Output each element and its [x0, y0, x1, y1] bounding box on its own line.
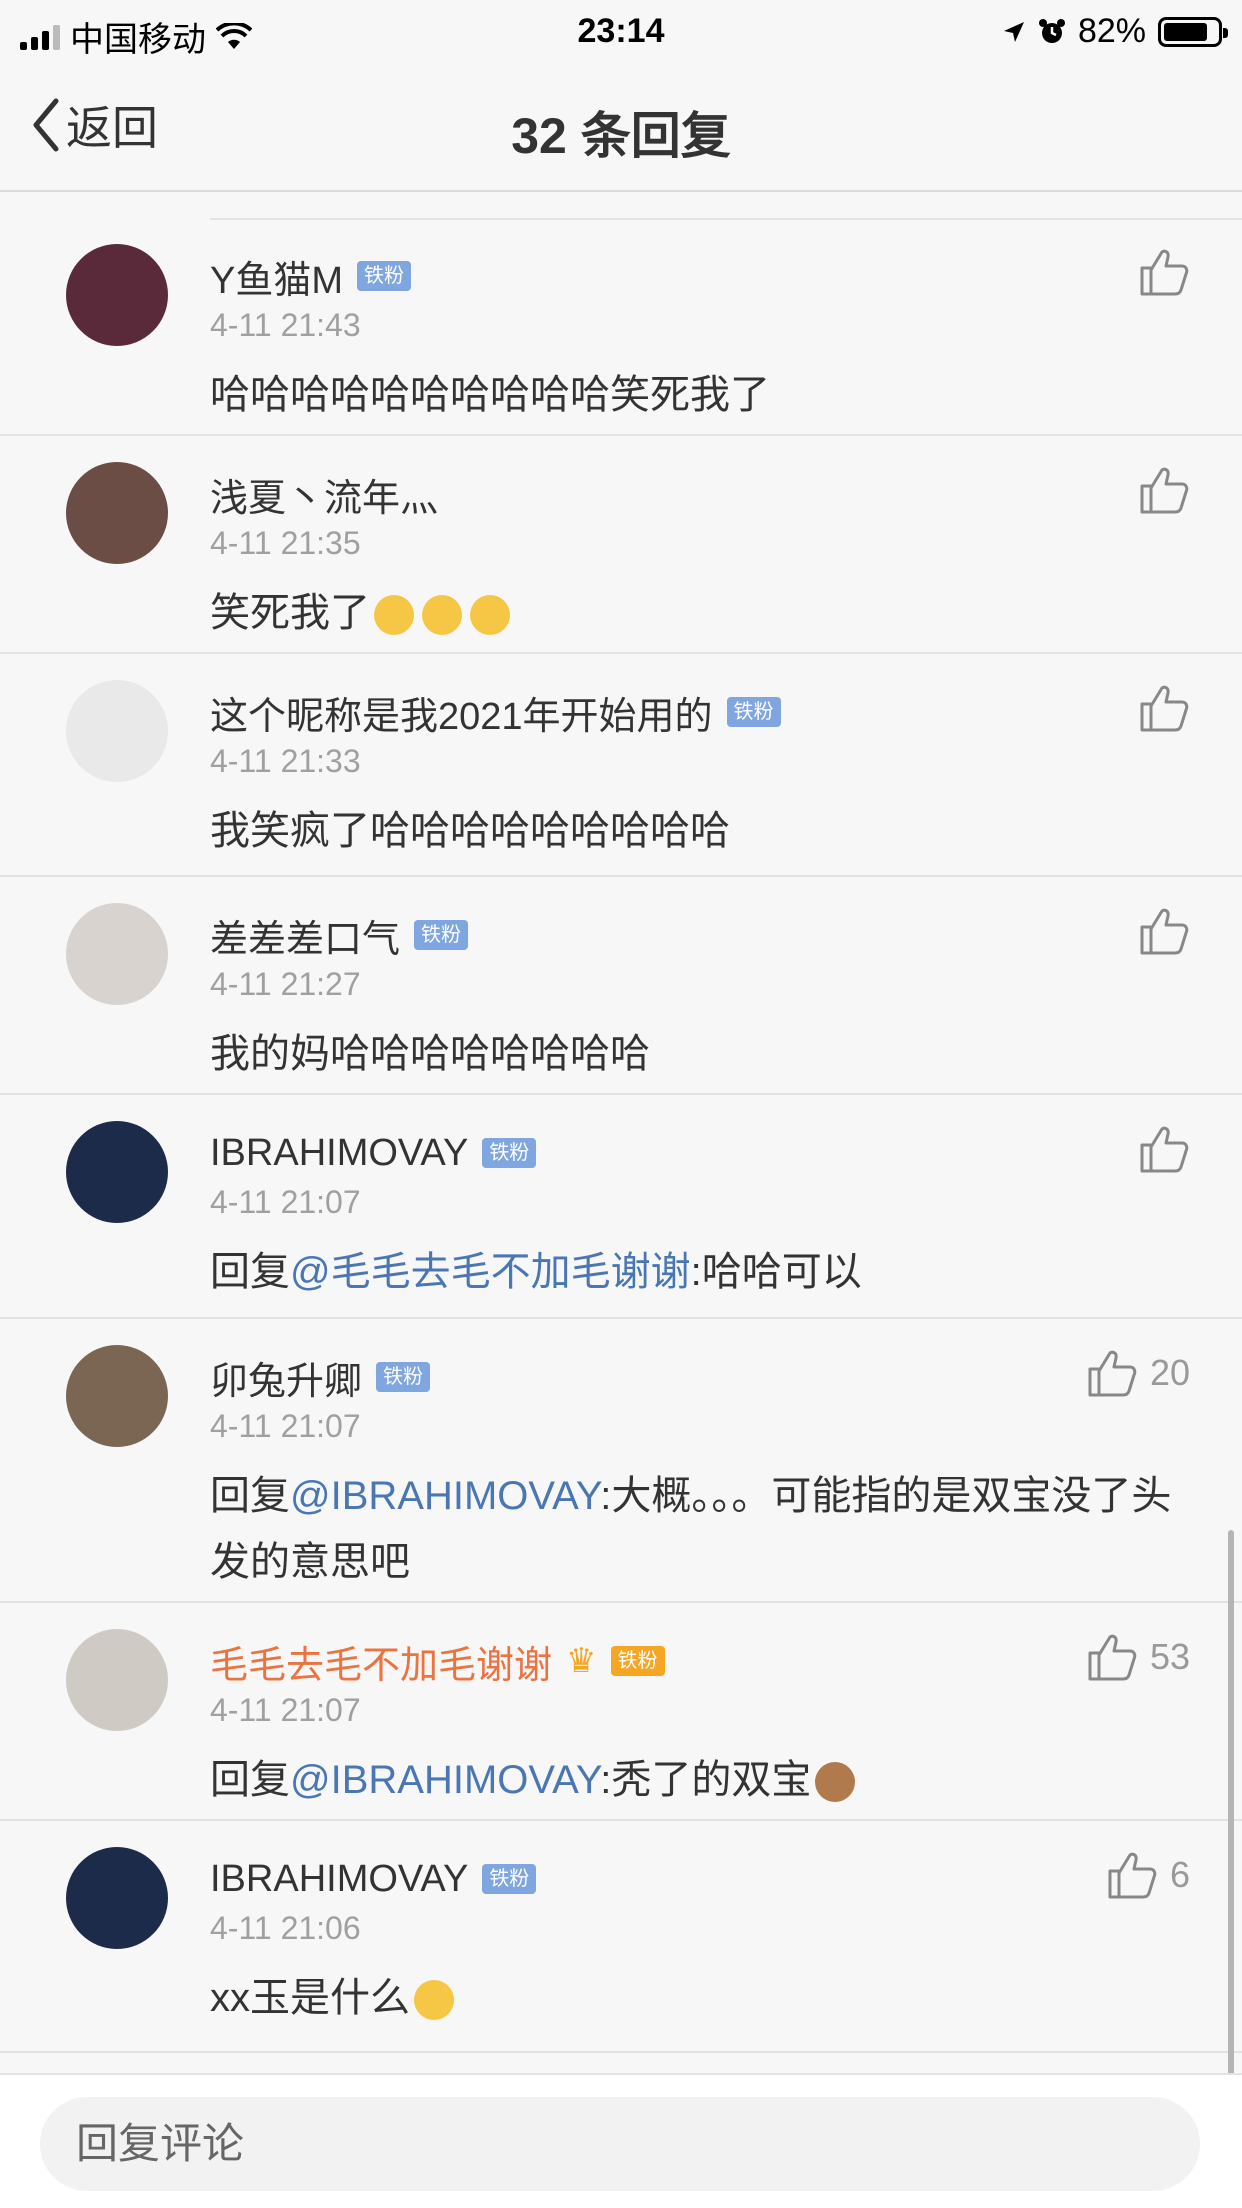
- comment-text: 回复@IBRAHIMOVAY:秃了的双宝: [210, 1747, 1182, 1813]
- comment-time: 4-11 21:33: [210, 743, 361, 779]
- comment-text: 我的妈哈哈哈哈哈哈哈哈: [210, 1021, 1182, 1087]
- comment-body: 我笑疯了哈哈哈哈哈哈哈哈哈: [210, 809, 730, 853]
- avatar[interactable]: [66, 462, 168, 564]
- comment-item[interactable]: IBRAHIMOVAY 铁粉 4-11 21:06 xx玉是什么 6: [0, 1821, 1242, 2053]
- fan-badge: 铁粉: [376, 1362, 431, 1392]
- thumbs-up-icon: [1140, 685, 1189, 732]
- comment-text: 回复@毛毛去毛不加毛谢谢:哈哈可以: [210, 1239, 1182, 1305]
- comment-body: :哈哈可以: [690, 1250, 862, 1294]
- thumbs-up-icon: [1140, 249, 1189, 296]
- fan-badge: 铁粉: [726, 697, 781, 727]
- comment-time: 4-11 21:07: [210, 1184, 361, 1220]
- comment-item[interactable]: 浅夏丶流年灬 4-11 21:35 笑死我了: [0, 436, 1242, 654]
- comment-item[interactable]: 毛毛去毛不加毛谢谢 ♛ 铁粉 4-11 21:07 回复@IBRAHIMOVAY:秃了的…: [0, 1603, 1242, 1821]
- nav-bar: 返回 32 条回复: [0, 62, 1242, 192]
- like-count: 53: [1149, 1636, 1190, 1677]
- comment-item[interactable]: IBRAHIMOVAY 铁粉 4-11 21:07 回复@毛毛去毛不加毛谢谢:哈哈可以: [0, 1095, 1242, 1319]
- reply-prefix: 回复: [210, 1474, 290, 1518]
- thumbs-up-icon: [1108, 1852, 1157, 1899]
- scrollbar[interactable]: [1228, 1530, 1234, 2080]
- thumbs-up-icon: [1088, 1634, 1137, 1681]
- reply-input-bar: [0, 2073, 1242, 2208]
- fan-badge: 铁粉: [414, 920, 469, 950]
- laugh-cry-emoji-icon: [422, 595, 462, 636]
- battery-percent: 82%: [1077, 12, 1146, 50]
- like-button[interactable]: 53: [1086, 1631, 1190, 1683]
- alarm-icon: [1038, 18, 1065, 43]
- user-name[interactable]: IBRAHIMOVAY: [210, 1132, 468, 1175]
- comment-body: xx玉是什么: [210, 1976, 410, 2020]
- comment-body: :秃了的双宝: [600, 1758, 812, 1802]
- user-name[interactable]: 差差差口气: [210, 908, 400, 963]
- page-title: 32 条回复: [511, 108, 731, 164]
- comment-time: 4-11 21:27: [210, 966, 361, 1002]
- laugh-cry-emoji-icon: [470, 595, 510, 636]
- confused-emoji-icon: [414, 1980, 454, 2021]
- avatar[interactable]: [66, 244, 168, 346]
- status-bar: 中国移动 23:14 82%: [0, 0, 1242, 62]
- reply-prefix: 回复: [210, 1758, 290, 1802]
- comment-text: 笑死我了: [210, 580, 1182, 646]
- like-button[interactable]: 6: [1106, 1849, 1190, 1901]
- fan-badge: 铁粉: [357, 261, 412, 291]
- mention-link[interactable]: @IBRAHIMOVAY: [290, 1758, 600, 1802]
- thumbs-up-icon: [1140, 1126, 1189, 1173]
- like-button[interactable]: 20: [1086, 1347, 1190, 1399]
- comment-body: 笑死我了: [210, 591, 370, 635]
- mention-link[interactable]: @IBRAHIMOVAY: [290, 1474, 600, 1518]
- fan-badge: 铁粉: [482, 1864, 537, 1894]
- avatar[interactable]: [66, 680, 168, 782]
- battery-fill: [1164, 22, 1207, 41]
- like-button[interactable]: [1138, 682, 1190, 734]
- user-name[interactable]: 毛毛去毛不加毛谢谢: [210, 1634, 552, 1689]
- monkey-emoji-icon: [815, 1762, 856, 1803]
- comment-body: 哈哈哈哈哈哈哈哈哈哈笑死我了: [210, 373, 770, 417]
- comment-item[interactable]: 这个昵称是我2021年开始用的 铁粉 4-11 21:33 我笑疯了哈哈哈哈哈哈哈哈哈: [0, 654, 1242, 877]
- comment-text: xx玉是什么: [210, 1965, 1182, 2031]
- comment-time: 4-11 21:06: [210, 1910, 361, 1946]
- thumbs-up-icon: [1140, 467, 1189, 514]
- thumbs-up-icon: [1088, 1350, 1137, 1397]
- mention-link[interactable]: @毛毛去毛不加毛谢谢: [290, 1250, 691, 1294]
- laugh-cry-emoji-icon: [374, 595, 414, 636]
- comment-time: 4-11 21:07: [210, 1408, 361, 1444]
- battery-icon: [1158, 16, 1228, 47]
- fan-badge: 铁粉: [610, 1646, 665, 1676]
- user-name[interactable]: IBRAHIMOVAY: [210, 1858, 468, 1901]
- comment-text: 回复@IBRAHIMOVAY:大概。。。可能指的是双宝没了头发的意思吧: [210, 1463, 1182, 1595]
- reply-prefix: 回复: [210, 1250, 290, 1294]
- thumbs-up-icon: [1140, 908, 1189, 955]
- fan-badge: 铁粉: [482, 1138, 537, 1168]
- user-name[interactable]: 这个昵称是我2021年开始用的: [210, 685, 713, 740]
- avatar[interactable]: [66, 903, 168, 1005]
- reply-input[interactable]: [40, 2097, 1200, 2191]
- avatar[interactable]: [66, 1121, 168, 1223]
- avatar[interactable]: [66, 1847, 168, 1949]
- comment-text: 哈哈哈哈哈哈哈哈哈哈笑死我了: [210, 362, 1182, 428]
- avatar[interactable]: [66, 1345, 168, 1447]
- comment-item[interactable]: 差差差口气 铁粉 4-11 21:27 我的妈哈哈哈哈哈哈哈哈: [0, 877, 1242, 1095]
- user-name[interactable]: 浅夏丶流年灬: [210, 467, 438, 522]
- like-count: 6: [1169, 1854, 1190, 1895]
- comment-time: 4-11 21:43: [210, 307, 361, 343]
- like-count: 20: [1149, 1352, 1190, 1393]
- status-right: 82%: [1002, 12, 1228, 51]
- comment-time: 4-11 21:35: [210, 525, 361, 561]
- comment-time: 4-11 21:07: [210, 1692, 361, 1728]
- like-button[interactable]: [1138, 1123, 1190, 1175]
- like-button[interactable]: [1138, 246, 1190, 298]
- like-button[interactable]: [1138, 905, 1190, 957]
- user-name[interactable]: Y鱼猫M: [210, 249, 343, 304]
- location-arrow-icon: [1003, 21, 1024, 42]
- comment-text: 我笑疯了哈哈哈哈哈哈哈哈哈: [210, 798, 1182, 864]
- avatar[interactable]: [66, 1629, 168, 1731]
- crown-icon: ♛: [566, 1642, 597, 1680]
- comment-body: 我的妈哈哈哈哈哈哈哈哈: [210, 1032, 650, 1076]
- comment-item[interactable]: 卯兔升卿 铁粉 4-11 21:07 回复@IBRAHIMOVAY:大概。。。可能指的…: [0, 1319, 1242, 1603]
- like-button[interactable]: [1138, 464, 1190, 516]
- comment-list: Y鱼猫M 铁粉 4-11 21:43 哈哈哈哈哈哈哈哈哈哈笑死我了 浅夏丶流年灬 4-11…: [0, 218, 1242, 2053]
- user-name[interactable]: 卯兔升卿: [210, 1350, 362, 1405]
- comment-item[interactable]: Y鱼猫M 铁粉 4-11 21:43 哈哈哈哈哈哈哈哈哈哈笑死我了: [0, 218, 1242, 436]
